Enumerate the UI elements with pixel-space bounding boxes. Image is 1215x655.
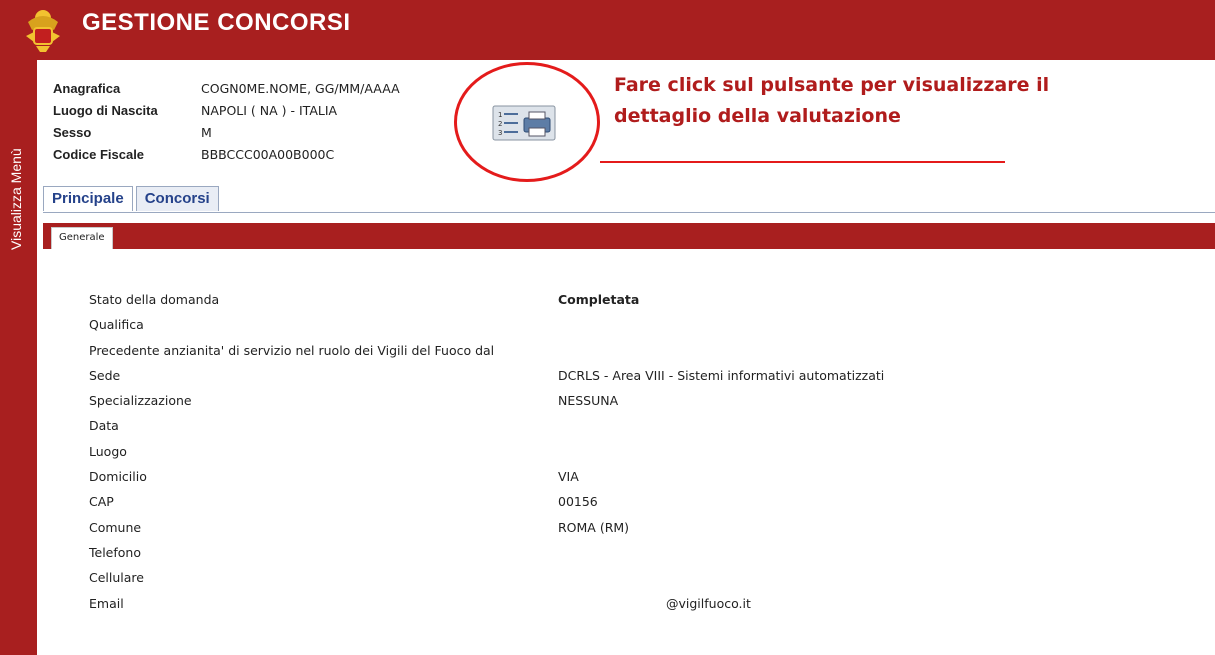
- field-label: Data: [89, 418, 119, 434]
- info-label: Codice Fiscale: [53, 146, 145, 162]
- field-value: @vigilfuoco.it: [666, 595, 751, 611]
- field-row-cellulare: Cellulare: [0, 566, 1215, 591]
- field-row-telefono: Telefono: [0, 541, 1215, 566]
- field-row-sede: Sede DCRLS - Area VIII - Sistemi informa…: [0, 364, 1215, 389]
- field-label: Specializzazione: [89, 393, 192, 409]
- field-label: Qualifica: [89, 317, 144, 333]
- tab-divider: [43, 212, 1215, 213]
- field-row-luogo: Luogo: [0, 440, 1215, 465]
- svg-text:2: 2: [498, 120, 502, 128]
- info-value: M: [201, 124, 212, 140]
- field-row-qualifica: Qualifica: [0, 313, 1215, 338]
- info-row-luogo-nascita: Luogo di Nascita NAPOLI ( NA ) - ITALIA: [53, 99, 400, 121]
- field-label: Precedente anzianita' di servizio nel ru…: [89, 342, 495, 358]
- tab-principale[interactable]: Principale: [43, 186, 133, 211]
- print-list-icon[interactable]: 1 2 3: [492, 104, 558, 144]
- field-label: Stato della domanda: [89, 292, 220, 307]
- info-label: Luogo di Nascita: [53, 102, 158, 118]
- field-label: Email: [89, 595, 124, 611]
- subtab-generale[interactable]: Generale: [51, 227, 113, 249]
- field-row-stato: Stato della domanda Completata: [0, 288, 1215, 313]
- info-row-anagrafica: Anagrafica COGN0ME.NOME, GG/MM/AAAA: [53, 77, 400, 99]
- field-row-data: Data: [0, 414, 1215, 439]
- info-label: Anagrafica: [53, 80, 121, 96]
- info-value: NAPOLI ( NA ) - ITALIA: [201, 102, 338, 118]
- field-value: 00156: [558, 494, 598, 510]
- field-label: Cellulare: [89, 570, 144, 586]
- field-value: NESSUNA: [558, 393, 619, 409]
- app-header: GESTIONE CONCORSI: [0, 0, 1215, 60]
- subtab-bar: Generale: [43, 223, 1215, 249]
- field-label: Comune: [89, 519, 142, 535]
- info-value: COGN0ME.NOME, GG/MM/AAAA: [201, 80, 400, 96]
- svg-text:1: 1: [498, 111, 502, 119]
- field-row-email: Email @vigilfuoco.it: [0, 592, 1215, 617]
- callout-line-1: Fare click sul pulsante per visualizzare…: [614, 74, 1050, 96]
- application-details: Stato della domanda Completata Qualifica…: [0, 288, 1215, 617]
- side-menu-toggle[interactable]: Visualizza Menù: [8, 148, 24, 250]
- callout-line-2: dettaglio della valutazione: [614, 105, 901, 127]
- field-value: VIA: [558, 469, 579, 485]
- svg-text:3: 3: [498, 129, 502, 137]
- main-tabs: Principale Concorsi: [43, 186, 222, 211]
- field-value: DCRLS - Area VIII - Sistemi informativi …: [558, 367, 885, 383]
- field-value: ROMA (RM): [558, 519, 630, 535]
- info-value: BBBCCC00A00B000C: [201, 146, 335, 162]
- firefighter-crest-icon: [26, 10, 60, 52]
- field-row-anzianita: Precedente anzianita' di servizio nel ru…: [0, 339, 1215, 364]
- info-label: Sesso: [53, 124, 92, 140]
- field-label: Sede: [89, 367, 121, 383]
- field-row-specializzazione: Specializzazione NESSUNA: [0, 389, 1215, 414]
- field-label: Luogo: [89, 443, 127, 459]
- personal-info-block: Anagrafica COGN0ME.NOME, GG/MM/AAAA Luog…: [53, 77, 400, 165]
- field-label: Domicilio: [89, 469, 147, 485]
- field-row-cap: CAP 00156: [0, 490, 1215, 515]
- field-value: Completata: [558, 292, 640, 307]
- field-label: CAP: [89, 494, 114, 510]
- annotation-callout: Fare click sul pulsante per visualizzare…: [614, 70, 1114, 132]
- info-row-codice-fiscale: Codice Fiscale BBBCCC00A00B000C: [53, 143, 400, 165]
- field-row-comune: Comune ROMA (RM): [0, 516, 1215, 541]
- field-label: Telefono: [89, 544, 141, 560]
- info-row-sesso: Sesso M: [53, 121, 400, 143]
- tab-concorsi[interactable]: Concorsi: [135, 186, 219, 211]
- field-row-domicilio: Domicilio VIA: [0, 465, 1215, 490]
- annotation-pointer-line: [600, 161, 1005, 163]
- app-title: GESTIONE CONCORSI: [82, 9, 351, 36]
